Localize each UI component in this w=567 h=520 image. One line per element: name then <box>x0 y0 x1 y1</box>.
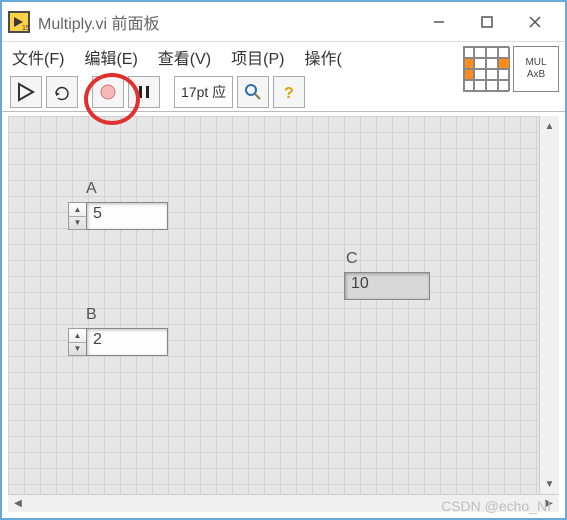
font-selector[interactable]: 17pt 应 <box>174 76 233 108</box>
maximize-button[interactable] <box>463 2 511 42</box>
vscroll-track[interactable] <box>540 136 559 474</box>
menu-file[interactable]: 文件(F) <box>12 45 64 69</box>
vi-icon[interactable]: MUL AxB <box>513 46 559 92</box>
window-title: Multiply.vi 前面板 <box>38 10 160 34</box>
vi-icon-line2: AxB <box>527 69 545 81</box>
search-button[interactable] <box>237 76 269 108</box>
control-a[interactable]: ▲ ▼ 5 <box>68 202 168 230</box>
down-arrow-icon[interactable]: ▼ <box>69 217 86 230</box>
menu-project[interactable]: 项目(P) <box>231 45 284 69</box>
control-b-label: B <box>86 306 97 324</box>
menu-operate[interactable]: 操作( <box>304 45 341 69</box>
control-b-spinner[interactable]: ▲ ▼ <box>68 328 86 356</box>
menu-edit[interactable]: 编辑(E) <box>84 45 137 69</box>
titlebar: 15 Multiply.vi 前面板 <box>2 2 565 42</box>
indicator-c-label: C <box>346 250 358 268</box>
up-arrow-icon[interactable]: ▲ <box>69 329 86 343</box>
abort-button[interactable] <box>92 76 124 108</box>
control-b[interactable]: ▲ ▼ 2 <box>68 328 168 356</box>
minimize-button[interactable] <box>415 2 463 42</box>
vi-icon-line1: MUL <box>525 57 546 69</box>
svg-text:?: ? <box>284 85 294 102</box>
down-arrow-icon[interactable]: ▼ <box>69 343 86 356</box>
font-selector-label: 17pt 应 <box>181 82 226 102</box>
help-button[interactable]: ? <box>273 76 305 108</box>
up-arrow-icon[interactable]: ▲ <box>69 203 86 217</box>
control-a-spinner[interactable]: ▲ ▼ <box>68 202 86 230</box>
scroll-left-icon[interactable]: ◀ <box>8 495 28 512</box>
pause-button[interactable] <box>128 76 160 108</box>
close-button[interactable] <box>511 2 559 42</box>
control-b-value[interactable]: 2 <box>86 328 168 356</box>
control-a-value[interactable]: 5 <box>86 202 168 230</box>
watermark-text: CSDN @echo_NI <box>441 498 551 514</box>
canvas-area: A ▲ ▼ 5 B ▲ ▼ 2 C 10 ▲ <box>8 116 559 494</box>
scroll-down-icon[interactable]: ▼ <box>540 474 559 494</box>
control-a-label: A <box>86 180 97 198</box>
run-continuous-button[interactable] <box>46 76 78 108</box>
vertical-scrollbar[interactable]: ▲ ▼ <box>539 116 559 494</box>
front-panel-canvas[interactable]: A ▲ ▼ 5 B ▲ ▼ 2 C 10 <box>8 116 559 494</box>
app-icon: 15 <box>8 11 30 33</box>
scroll-up-icon[interactable]: ▲ <box>540 116 559 136</box>
svg-text:15: 15 <box>22 25 30 32</box>
menu-view[interactable]: 查看(V) <box>158 45 211 69</box>
indicator-c-value: 10 <box>344 272 430 300</box>
run-button[interactable] <box>10 76 42 108</box>
vi-icon-area: MUL AxB <box>463 46 559 92</box>
labview-window: 15 Multiply.vi 前面板 文件(F) 编辑(E) 查看(V) 项目(… <box>0 0 567 520</box>
connector-pane[interactable] <box>463 46 509 92</box>
